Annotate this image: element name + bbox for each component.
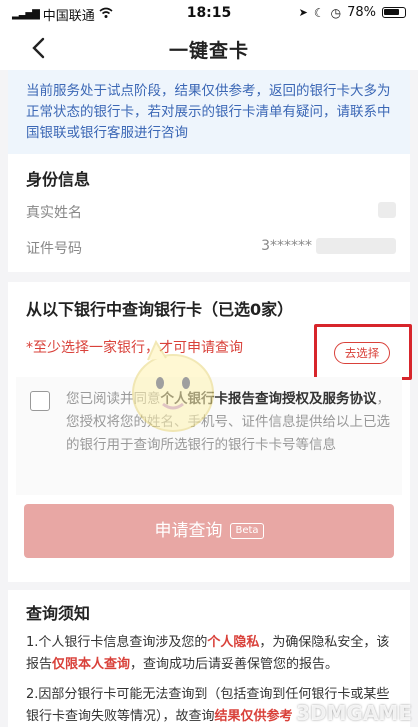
rule-1-text-e: ，查询成功后请妥善保管您的报告。 xyxy=(130,657,339,672)
rules-title: 查询须知 xyxy=(26,604,91,623)
id-value: 3****** xyxy=(261,238,396,254)
submit-label: 申请查询 xyxy=(154,521,223,541)
page-title: 一键查卡 xyxy=(168,40,249,62)
rule-2-text-a: 2.因部分银行卡可能无法查询到（包括 xyxy=(26,687,247,702)
id-value-text: 3****** xyxy=(261,238,312,254)
mascot-watermark-image xyxy=(132,339,214,432)
nav-bar: 一键查卡 xyxy=(0,26,418,70)
status-bar: ▂▃▅▇ 中国联通 18:15 ➤ ☾ ◷ 78% xyxy=(0,0,418,26)
agreement-text: 您已阅读并同意个人银行卡报告查询授权及服务协议，您授权将您的姓名、手机号、证件信… xyxy=(66,388,392,457)
battery-percent: 78% xyxy=(347,5,376,20)
identity-title: 身份信息 xyxy=(26,170,91,189)
agreement-checkbox[interactable] xyxy=(30,391,50,411)
id-label: 证件号码 xyxy=(26,241,82,257)
beta-badge: Beta xyxy=(230,523,264,539)
rule-1: 1.个人银行卡信息查询涉及您的个人隐私，为确保隐私安全，该报告仅限本人查询，查询… xyxy=(26,632,396,676)
id-row: 证件号码 3****** xyxy=(26,238,396,260)
battery-icon xyxy=(382,7,406,18)
alarm-icon: ◷ xyxy=(330,5,342,20)
moon-icon: ☾ xyxy=(313,5,325,20)
status-right: ➤ ☾ ◷ 78% xyxy=(299,5,406,20)
select-bank-button[interactable]: 去选择 xyxy=(334,342,390,364)
rule-1-self-only: 仅限本人查询 xyxy=(52,657,131,672)
masked-id xyxy=(316,238,396,254)
name-label: 真实姓名 xyxy=(26,205,82,221)
bank-section-title: 从以下银行中查询银行卡（已选0家） xyxy=(26,300,294,319)
name-row: 真实姓名 xyxy=(26,202,396,224)
rule-1-text-a: 1.个人银行卡信息查询涉及您的 xyxy=(26,635,208,650)
site-watermark: 3DMGAME xyxy=(296,701,412,725)
name-value xyxy=(378,202,396,218)
location-icon: ➤ xyxy=(298,6,308,19)
identity-card: 身份信息 真实姓名 证件号码 3****** xyxy=(8,154,410,272)
notice-banner: 当前服务处于试点阶段，结果仅供参考，返回的银行卡大多为正常状态的银行卡，若对展示… xyxy=(8,70,410,154)
submit-query-button[interactable]: 申请查询 Beta xyxy=(24,504,394,558)
masked-name xyxy=(378,202,396,218)
rule-2-reference-only: 结果仅供参考 xyxy=(214,709,293,724)
rule-1-privacy: 个人隐私 xyxy=(207,635,260,650)
